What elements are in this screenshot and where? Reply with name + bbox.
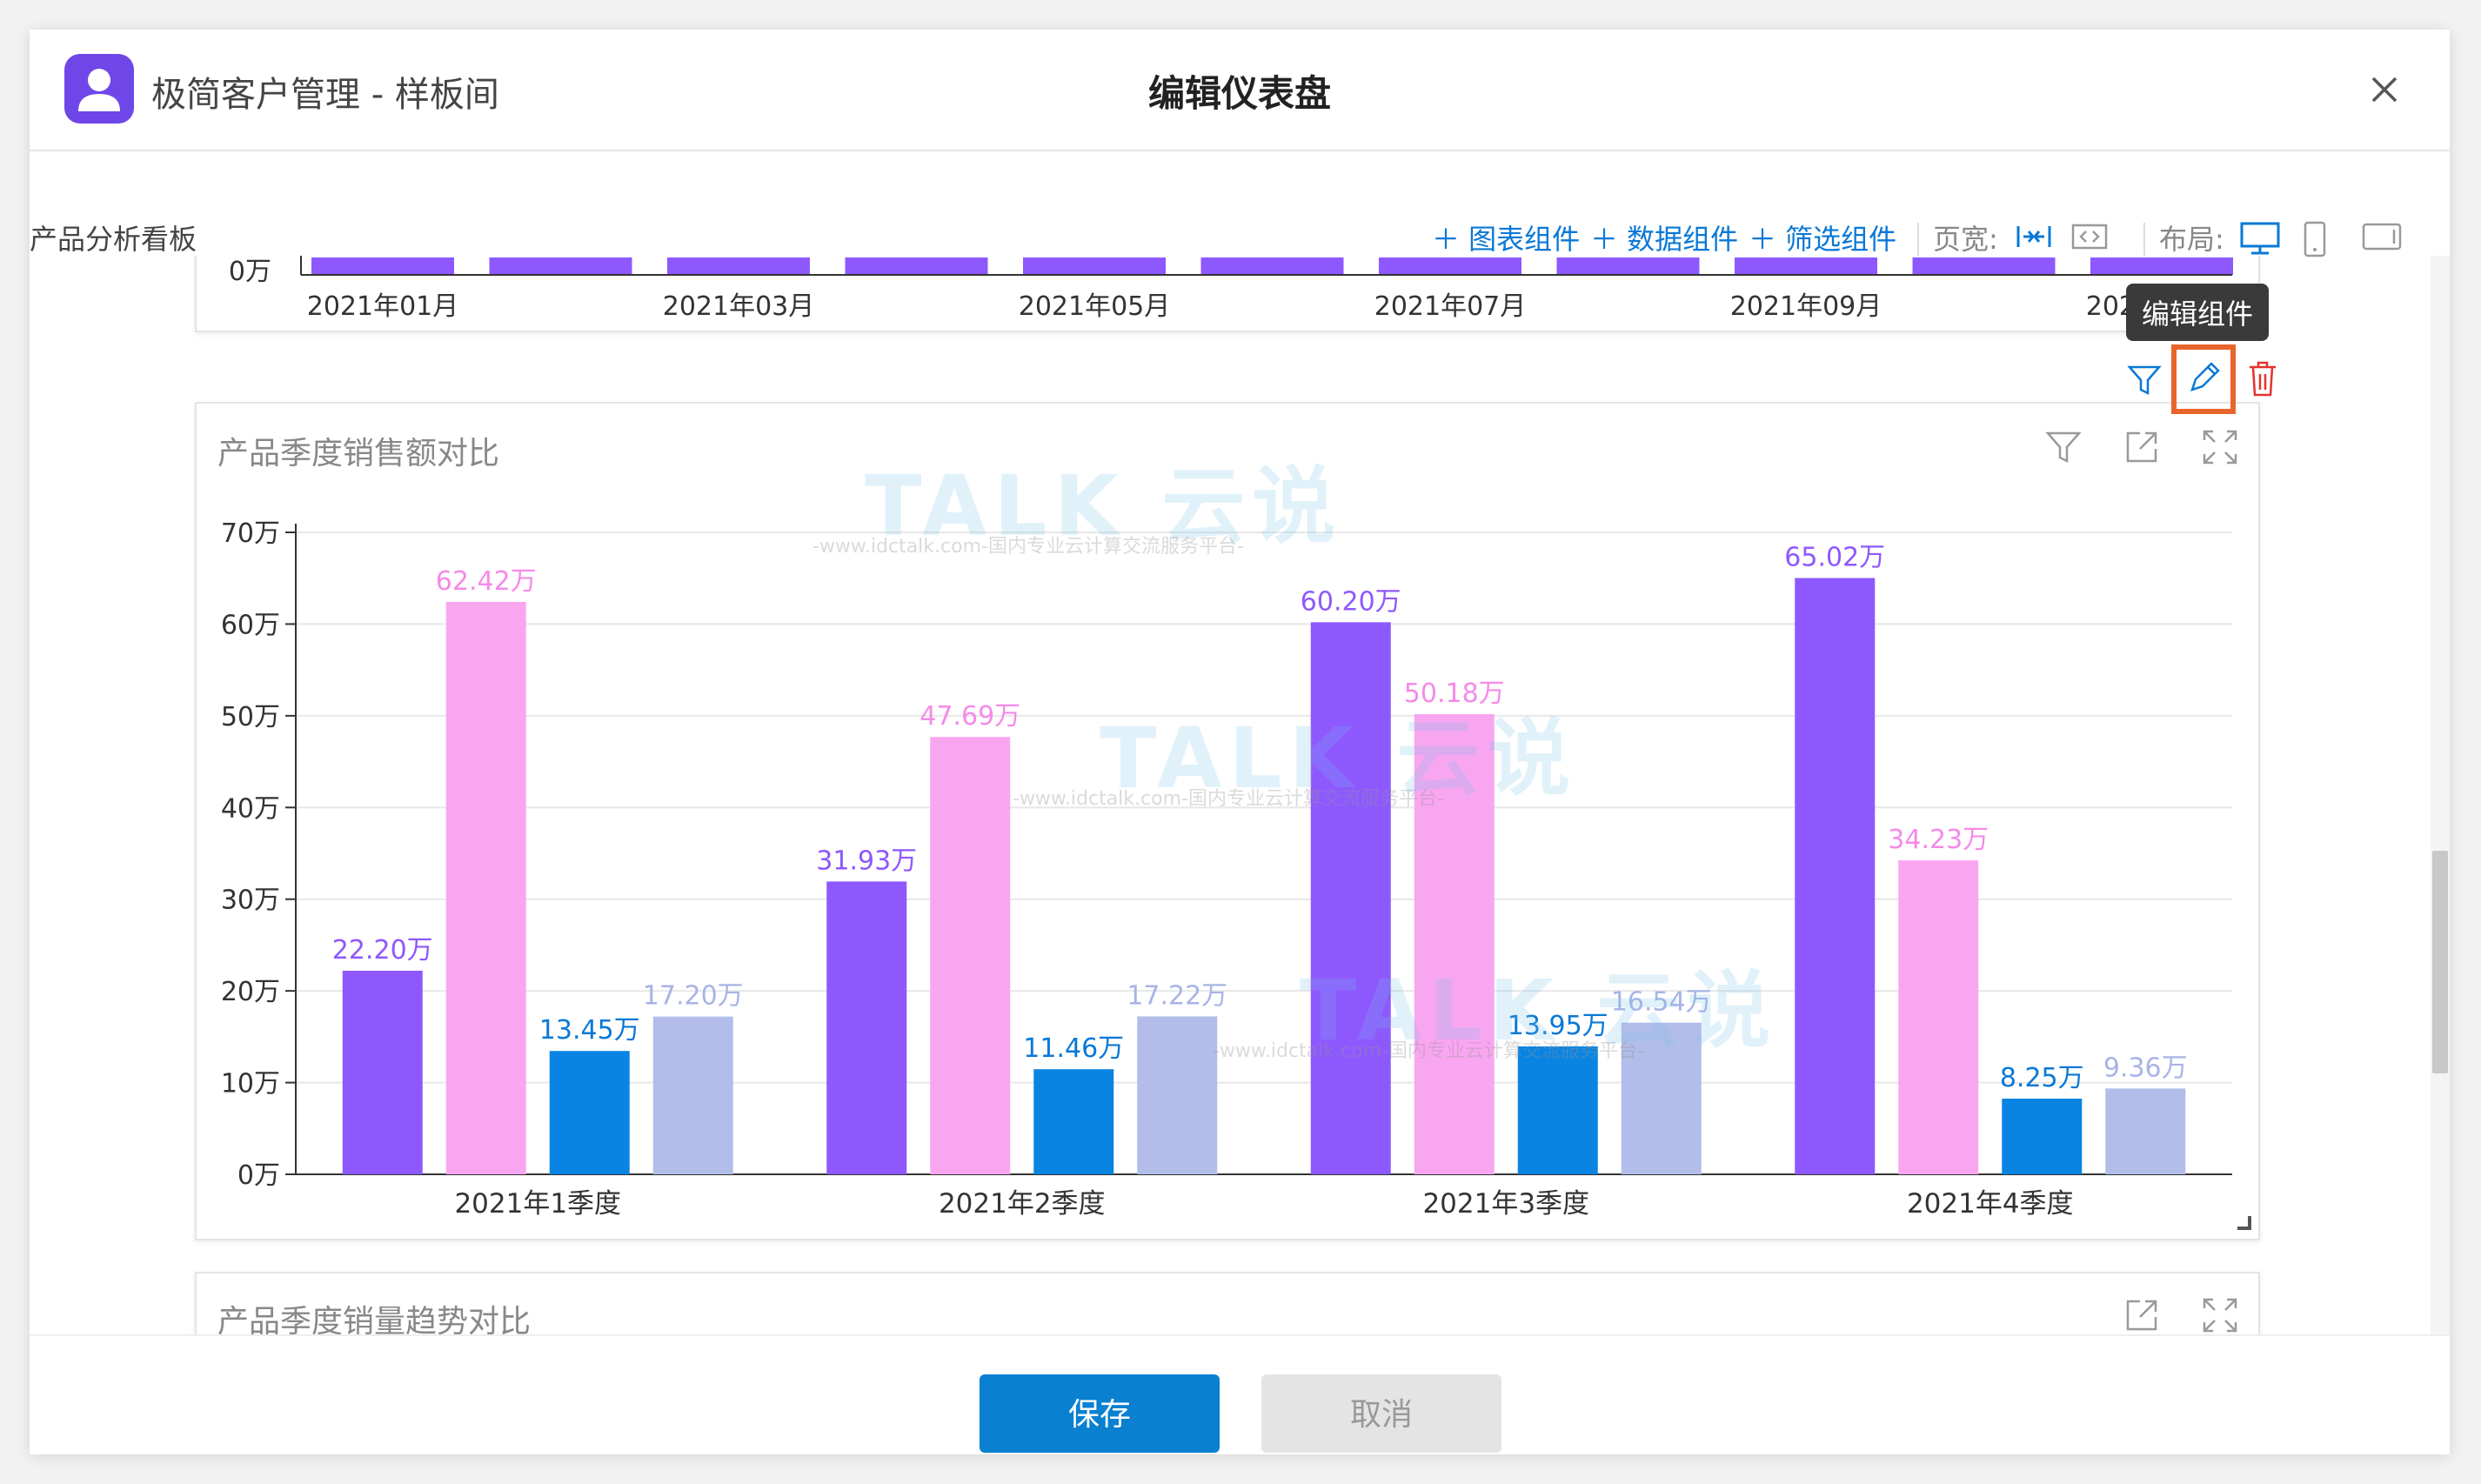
y-tick-label: 10万 [221, 1069, 280, 1100]
bar-value-label: 22.20万 [332, 935, 433, 966]
delete-widget-icon[interactable] [2236, 351, 2290, 407]
bar-value-label: 17.20万 [643, 981, 744, 1012]
chart-bar [1517, 1046, 1598, 1174]
dashboard-toolbar: 产品分析看板 ＋ 图表组件 ＋ 数据组件 ＋ 筛选组件 页宽: 布局: [30, 151, 2450, 257]
x-tick-label: 2021年05月 [1019, 291, 1171, 322]
top-chart-bar [2090, 257, 2233, 275]
bar-value-label: 62.42万 [436, 566, 537, 597]
chart-bar [1033, 1069, 1114, 1174]
bar-value-label: 50.18万 [1404, 678, 1505, 709]
x-tick-label: 2021年07月 [1374, 291, 1527, 322]
add-filter-button[interactable]: ＋ 筛选组件 [1749, 217, 1896, 257]
bar-value-label: 47.69万 [920, 701, 1020, 732]
dialog-footer: 保存 取消 [30, 1334, 2450, 1456]
open-external-icon[interactable] [2123, 1296, 2161, 1334]
width-wide-icon[interactable] [2070, 221, 2109, 256]
y-tick-label: 30万 [221, 886, 280, 916]
bar-value-label: 31.93万 [816, 846, 917, 876]
bar-value-label: 11.46万 [1023, 1033, 1124, 1064]
resize-handle-icon[interactable] [2237, 1216, 2251, 1230]
y-tick-label: 0万 [229, 257, 271, 287]
chart-bar [2002, 1099, 2083, 1174]
y-tick-label: 70万 [221, 518, 280, 549]
scrollbar-thumb[interactable] [2432, 851, 2448, 1073]
toolbar-divider [2143, 223, 2145, 257]
toolbar-divider [1917, 223, 1919, 257]
chart-bar [1310, 622, 1391, 1174]
chart-title: 产品季度销量趋势对比 [217, 1304, 532, 1334]
chart-bar [1414, 713, 1495, 1174]
dashboard-canvas: 0万 2021年01月 2021年03月 2021年05月 2021年07月 2021年… [30, 256, 2450, 1334]
volume-chart-card[interactable]: 产品季度销量趋势对比 [195, 1272, 2260, 1334]
close-icon[interactable] [2363, 68, 2406, 111]
dialog-title: 编辑仪表盘 [1147, 72, 1331, 115]
x-tick-label: 2021年2季度 [939, 1188, 1106, 1220]
edit-widget-tooltip: 编辑组件 [2126, 284, 2270, 341]
widget-action-bar [2117, 344, 2309, 414]
chart-bar [549, 1051, 630, 1174]
sales-bar-chart: 0万 10万 20万 30万 40万 50万 60万 70万 22.20万 62.42万 13.45… [221, 518, 2232, 1220]
chart-bar [1621, 1022, 1702, 1174]
layout-tablet-icon[interactable] [2361, 221, 2403, 256]
sales-chart-card[interactable]: 产品季度销售额对比 0万 10万 20万 30万 40万 50万 60万 70万 22.20万 6… [195, 402, 2260, 1240]
cancel-button[interactable]: 取消 [1261, 1374, 1501, 1453]
chart-bar [930, 737, 1011, 1174]
chart-bar [1137, 1016, 1218, 1174]
bar-value-label: 8.25万 [2000, 1063, 2084, 1093]
width-narrow-icon[interactable] [2015, 221, 2053, 256]
chart-bar [2105, 1088, 2186, 1174]
x-tick-label: 2021年1季度 [454, 1188, 621, 1220]
x-tick-label: 2021年09月 [1730, 291, 1882, 322]
chart-bar [1795, 578, 1876, 1174]
fullscreen-icon[interactable] [2201, 1296, 2239, 1334]
top-chart-bar [489, 257, 632, 275]
layout-label: 布局: [2159, 223, 2224, 256]
x-tick-label: 2021年01月 [307, 291, 459, 322]
y-tick-label: 40万 [221, 793, 280, 824]
bar-value-label: 13.95万 [1508, 1011, 1608, 1041]
bar-value-label: 16.54万 [1611, 987, 1712, 1018]
layout-desktop-icon[interactable] [2239, 221, 2281, 259]
add-data-button[interactable]: ＋ 数据组件 [1590, 217, 1738, 257]
top-chart-bar [667, 257, 810, 275]
y-tick-label: 20万 [221, 977, 280, 1007]
chart-bar [342, 970, 423, 1174]
y-tick-label: 60万 [221, 610, 280, 640]
bar-value-label: 9.36万 [2103, 1053, 2188, 1083]
top-chart-bar [1023, 257, 1166, 275]
chart-bar [1898, 860, 1979, 1174]
bar-value-label: 17.22万 [1127, 980, 1227, 1011]
y-tick-label: 0万 [237, 1160, 280, 1191]
x-tick-label: 2021年4季度 [1907, 1188, 2074, 1220]
save-button[interactable]: 保存 [980, 1374, 1220, 1453]
edit-dashboard-dialog: 极简客户管理 - 样板间 编辑仪表盘 产品分析看板 ＋ 图表组件 ＋ 数据组件 … [30, 30, 2450, 1454]
top-chart-card[interactable]: 0万 2021年01月 2021年03月 2021年05月 2021年07月 2021年… [195, 256, 2260, 332]
x-tick-label: 2021年3季度 [1422, 1188, 1589, 1220]
top-chart-bar [1735, 257, 1877, 275]
page-width-label: 页宽: [1933, 223, 1998, 256]
top-chart-bar [1379, 257, 1521, 275]
chart-bar [445, 601, 526, 1174]
bar-value-label: 60.20万 [1301, 586, 1401, 617]
top-chart-bar [845, 257, 988, 275]
x-tick-label: 2021年03月 [663, 291, 815, 322]
y-tick-label: 50万 [221, 702, 280, 732]
board-name: 产品分析看板 [30, 223, 197, 256]
chart-bar [652, 1016, 733, 1174]
top-chart-bar [311, 257, 454, 275]
widget-filter-icon[interactable] [2117, 351, 2171, 407]
dialog-header: 极简客户管理 - 样板间 编辑仪表盘 [30, 30, 2450, 151]
bar-value-label: 13.45万 [539, 1015, 640, 1046]
top-chart-bar [1912, 257, 2056, 275]
bar-value-label: 34.23万 [1888, 825, 1989, 855]
add-chart-button[interactable]: ＋ 图表组件 [1432, 217, 1580, 257]
vertical-scrollbar[interactable] [2431, 256, 2450, 1334]
top-chart-bar [1200, 257, 1344, 275]
bar-value-label: 65.02万 [1784, 543, 1885, 573]
top-chart-svg: 0万 2021年01月 2021年03月 2021年05月 2021年07月 2021年… [229, 256, 2237, 322]
top-chart-bar [1556, 257, 1700, 275]
chart-bar [826, 881, 907, 1174]
edit-widget-button[interactable] [2171, 344, 2236, 414]
